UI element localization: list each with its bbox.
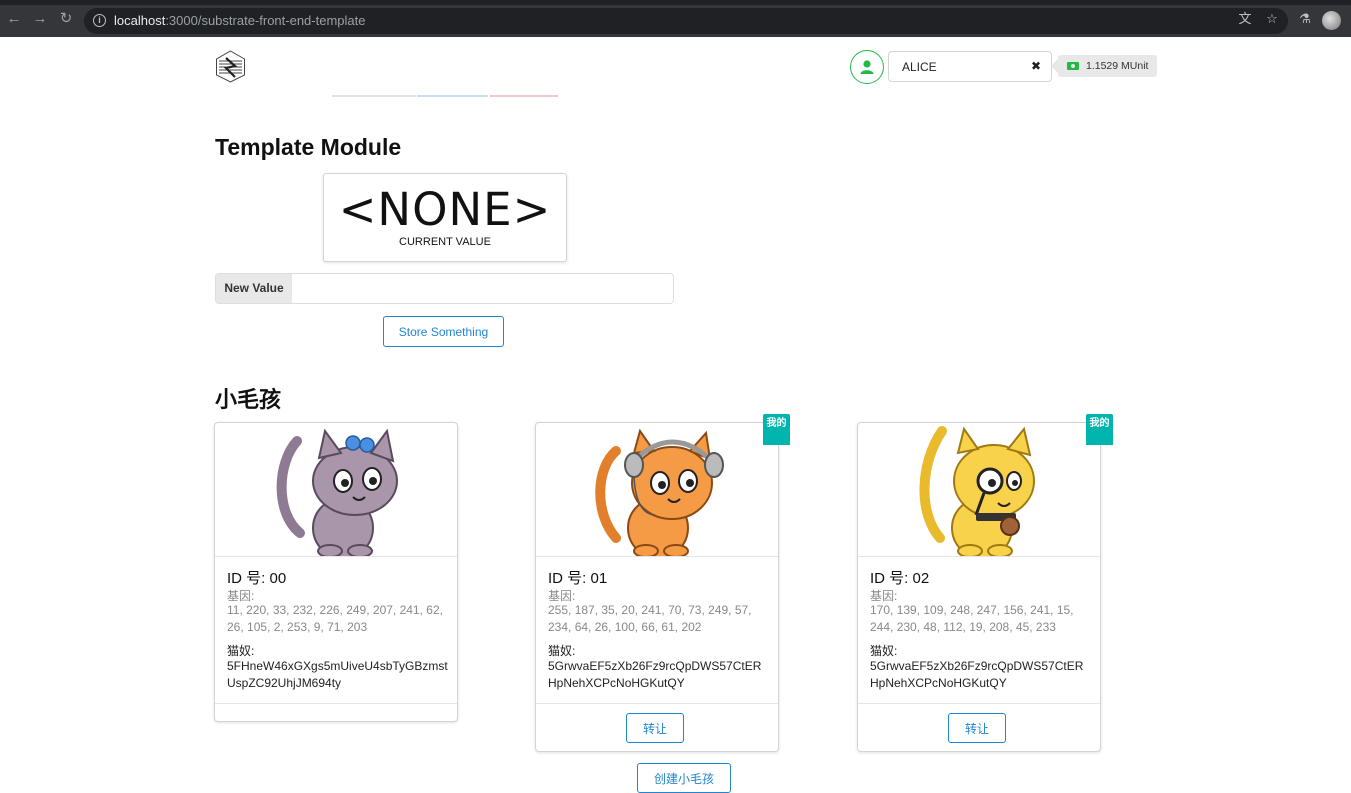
status-strip xyxy=(490,95,558,97)
transfer-button[interactable]: 转让 xyxy=(626,713,684,743)
kitty-owner: 5GrwvaEF5zXb26Fz9rcQpDWS57CtERHpNehXCPcN… xyxy=(548,659,762,690)
label-pointer xyxy=(1050,58,1066,74)
owner-label: 猫奴: xyxy=(870,644,898,658)
kitties-title: 小毛孩 xyxy=(215,388,282,413)
kitty-avatar xyxy=(595,428,724,556)
balance-value: 1.1529 MUnit xyxy=(1086,60,1149,72)
back-icon[interactable]: ← xyxy=(6,11,22,27)
kitty-owner: 5FHneW46xGXgs5mUiveU4sbTyGBzmstUspZC92Uh… xyxy=(227,659,448,690)
kitty-id: ID 号: 02 xyxy=(870,570,930,587)
new-value-input[interactable] xyxy=(293,274,673,303)
labs-flask-icon[interactable]: ⚗ xyxy=(1298,12,1312,26)
kitty-genes: 11, 220, 33, 232, 226, 249, 207, 241, 62… xyxy=(227,603,443,634)
current-value-label: CURRENT VALUE xyxy=(399,236,491,248)
create-kitty-button[interactable]: 创建小毛孩 xyxy=(637,763,731,793)
kitty-image xyxy=(215,423,457,557)
kitty-card: ID 号: 01 基因: 255, 187, 35, 20, 241, 70, … xyxy=(535,422,779,752)
site-info-icon[interactable]: i xyxy=(93,14,106,27)
kitty-avatar xyxy=(919,426,1035,556)
current-value-statistic: <NONE> CURRENT VALUE xyxy=(323,173,567,262)
url-path: :3000/substrate-front-end-template xyxy=(165,13,366,28)
card-extra xyxy=(858,703,1100,704)
bookmark-star-icon[interactable]: ☆ xyxy=(1265,12,1279,26)
profile-avatar[interactable] xyxy=(1322,11,1341,30)
kitty-id: ID 号: 00 xyxy=(227,570,287,587)
forward-icon[interactable]: → xyxy=(32,11,48,27)
kitty-genes: 170, 139, 109, 248, 247, 156, 241, 15, 2… xyxy=(870,603,1074,634)
account-select[interactable]: ALICE ✖ xyxy=(888,51,1052,82)
kitty-genes: 255, 187, 35, 20, 241, 70, 73, 249, 57, … xyxy=(548,603,752,634)
translate-icon[interactable]: 文 xyxy=(1238,12,1252,26)
kitty-card: ID 号: 02 基因: 170, 139, 109, 248, 247, 15… xyxy=(857,422,1101,752)
owner-label: 猫奴: xyxy=(548,644,576,658)
kitty-owner: 5GrwvaEF5zXb26Fz9rcQpDWS57CtERHpNehXCPcN… xyxy=(870,659,1084,690)
store-something-button[interactable]: Store Something xyxy=(383,316,504,347)
account-select-value: ALICE xyxy=(902,60,937,74)
address-bar[interactable]: i localhost:3000/substrate-front-end-tem… xyxy=(84,8,1288,34)
card-extra xyxy=(536,703,778,704)
new-value-field: New Value xyxy=(215,273,674,304)
kitty-avatar xyxy=(276,428,398,556)
url-text: localhost:3000/substrate-front-end-templ… xyxy=(114,13,365,28)
balance-label: 1.1529 MUnit xyxy=(1050,55,1157,77)
kitty-card: ID 号: 00 基因: 11, 220, 33, 232, 226, 249,… xyxy=(214,422,458,722)
url-host: localhost xyxy=(114,13,166,28)
status-strip xyxy=(417,95,488,97)
account-avatar[interactable] xyxy=(850,50,884,84)
reload-icon[interactable]: ↻ xyxy=(58,11,74,27)
transfer-button[interactable]: 转让 xyxy=(948,713,1006,743)
mine-badge: 我的 xyxy=(1086,414,1113,445)
template-module-title: Template Module xyxy=(215,134,402,160)
tab-strip xyxy=(0,0,1351,5)
clear-icon[interactable]: ✖ xyxy=(1031,59,1041,73)
money-icon xyxy=(1067,62,1079,70)
kitty-id: ID 号: 01 xyxy=(548,570,608,587)
new-value-label: New Value xyxy=(216,274,292,303)
browser-toolbar: ← → ↻ i localhost:3000/substrate-front-e… xyxy=(0,0,1351,37)
owner-label: 猫奴: xyxy=(227,644,255,658)
kitty-image xyxy=(858,423,1100,557)
status-strip xyxy=(332,95,416,97)
substrate-logo[interactable] xyxy=(215,50,246,83)
mine-badge: 我的 xyxy=(763,414,790,445)
card-extra xyxy=(215,703,457,704)
kitty-image xyxy=(536,423,778,557)
current-value: <NONE> xyxy=(338,183,552,236)
user-icon xyxy=(860,60,874,74)
